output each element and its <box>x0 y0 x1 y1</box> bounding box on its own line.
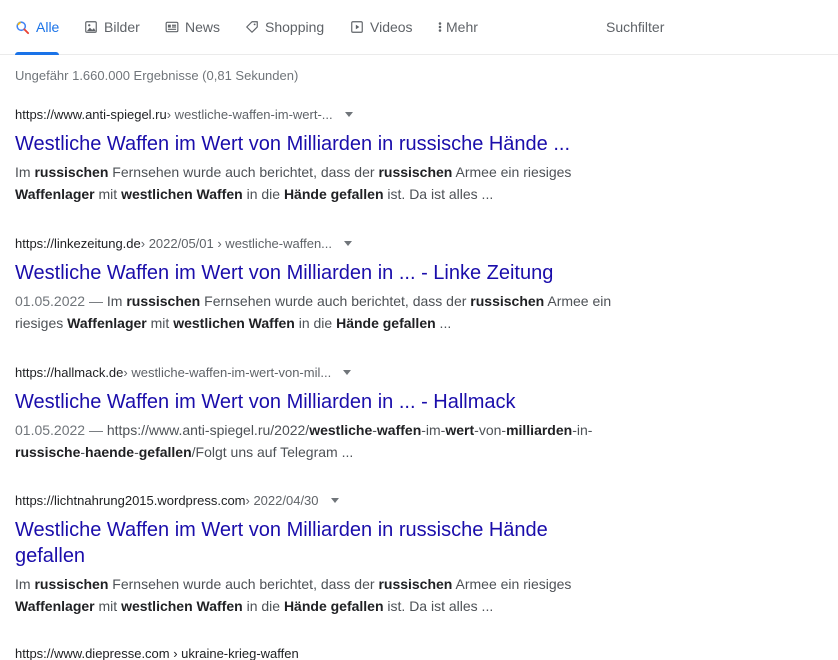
result-path: › westliche-waffen-im-wert-von-mil... <box>123 364 332 380</box>
result-path: › westliche-waffen-im-wert-... <box>166 106 333 122</box>
chevron-down-icon[interactable] <box>344 111 353 117</box>
result-cite[interactable]: https://hallmack.de › westliche-waffen-i… <box>15 363 625 381</box>
result-path: › 2022/05/01 › westliche-waffen... <box>140 235 333 251</box>
result-stats: Ungefähr 1.660.000 Ergebnisse (0,81 Seku… <box>15 68 299 83</box>
chevron-down-icon[interactable] <box>330 497 339 503</box>
tab-label: Shopping <box>265 19 325 35</box>
tab-shopping[interactable]: Shopping <box>245 0 324 54</box>
search-result: https://www.anti-spiegel.ru › westliche-… <box>15 105 625 205</box>
result-title[interactable]: Westliche Waffen im Wert von Milliarden … <box>15 389 575 415</box>
result-path: › 2022/04/30 <box>245 492 319 508</box>
tab-label: Bilder <box>104 19 140 35</box>
tab-alle[interactable]: Alle <box>15 0 60 55</box>
result-domain: https://lichtnahrung2015.wordpress.com <box>15 492 246 508</box>
search-tabs: Alle Bilder News Shopping Videos Mehr Su… <box>0 0 838 55</box>
tab-news[interactable]: News <box>165 0 220 54</box>
tab-label: News <box>185 19 221 35</box>
tab-mehr[interactable]: Mehr <box>437 0 478 54</box>
image-icon <box>84 20 98 34</box>
result-snippet: 01.05.2022 — Im russischen Fernsehen wur… <box>15 293 612 331</box>
chevron-down-icon[interactable] <box>344 240 353 246</box>
result-domain: https://hallmack.de <box>15 364 124 380</box>
result-snippet: Im russischen Fernsehen wurde auch beric… <box>15 576 572 614</box>
search-icon <box>15 20 30 35</box>
search-result: https://hallmack.de › westliche-waffen-i… <box>15 363 625 463</box>
news-icon <box>165 20 179 34</box>
tab-label: Alle <box>36 19 60 35</box>
tab-label: Mehr <box>446 19 478 35</box>
result-domain: https://linkezeitung.de <box>15 235 141 251</box>
result-snippet: Im russischen Fernsehen wurde auch beric… <box>15 164 572 202</box>
result-cite[interactable]: https://linkezeitung.de › 2022/05/01 › w… <box>15 234 625 252</box>
search-result: https://linkezeitung.de › 2022/05/01 › w… <box>15 234 625 334</box>
result-domain: https://www.anti-spiegel.ru <box>15 106 167 122</box>
tab-bilder[interactable]: Bilder <box>84 0 140 54</box>
tag-icon <box>245 20 259 34</box>
play-icon <box>350 20 364 34</box>
tab-label: Videos <box>370 19 413 35</box>
suchfilter-button[interactable]: Suchfilter <box>606 0 664 54</box>
result-cite[interactable]: https://lichtnahrung2015.wordpress.com ›… <box>15 491 625 509</box>
search-result: https://lichtnahrung2015.wordpress.com ›… <box>15 491 625 617</box>
result-cite-partial[interactable]: https://www.diepresse.com › ukraine-krie… <box>15 646 375 660</box>
more-vertical-icon <box>437 20 443 34</box>
result-title[interactable]: Westliche Waffen im Wert von Milliarden … <box>15 260 575 286</box>
tab-videos[interactable]: Videos <box>350 0 413 54</box>
result-title[interactable]: Westliche Waffen im Wert von Milliarden … <box>15 517 575 569</box>
result-cite[interactable]: https://www.anti-spiegel.ru › westliche-… <box>15 105 625 123</box>
result-title[interactable]: Westliche Waffen im Wert von Milliarden … <box>15 131 575 157</box>
result-snippet: 01.05.2022 — https://www.anti-spiegel.ru… <box>15 422 593 460</box>
chevron-down-icon[interactable] <box>343 369 352 375</box>
